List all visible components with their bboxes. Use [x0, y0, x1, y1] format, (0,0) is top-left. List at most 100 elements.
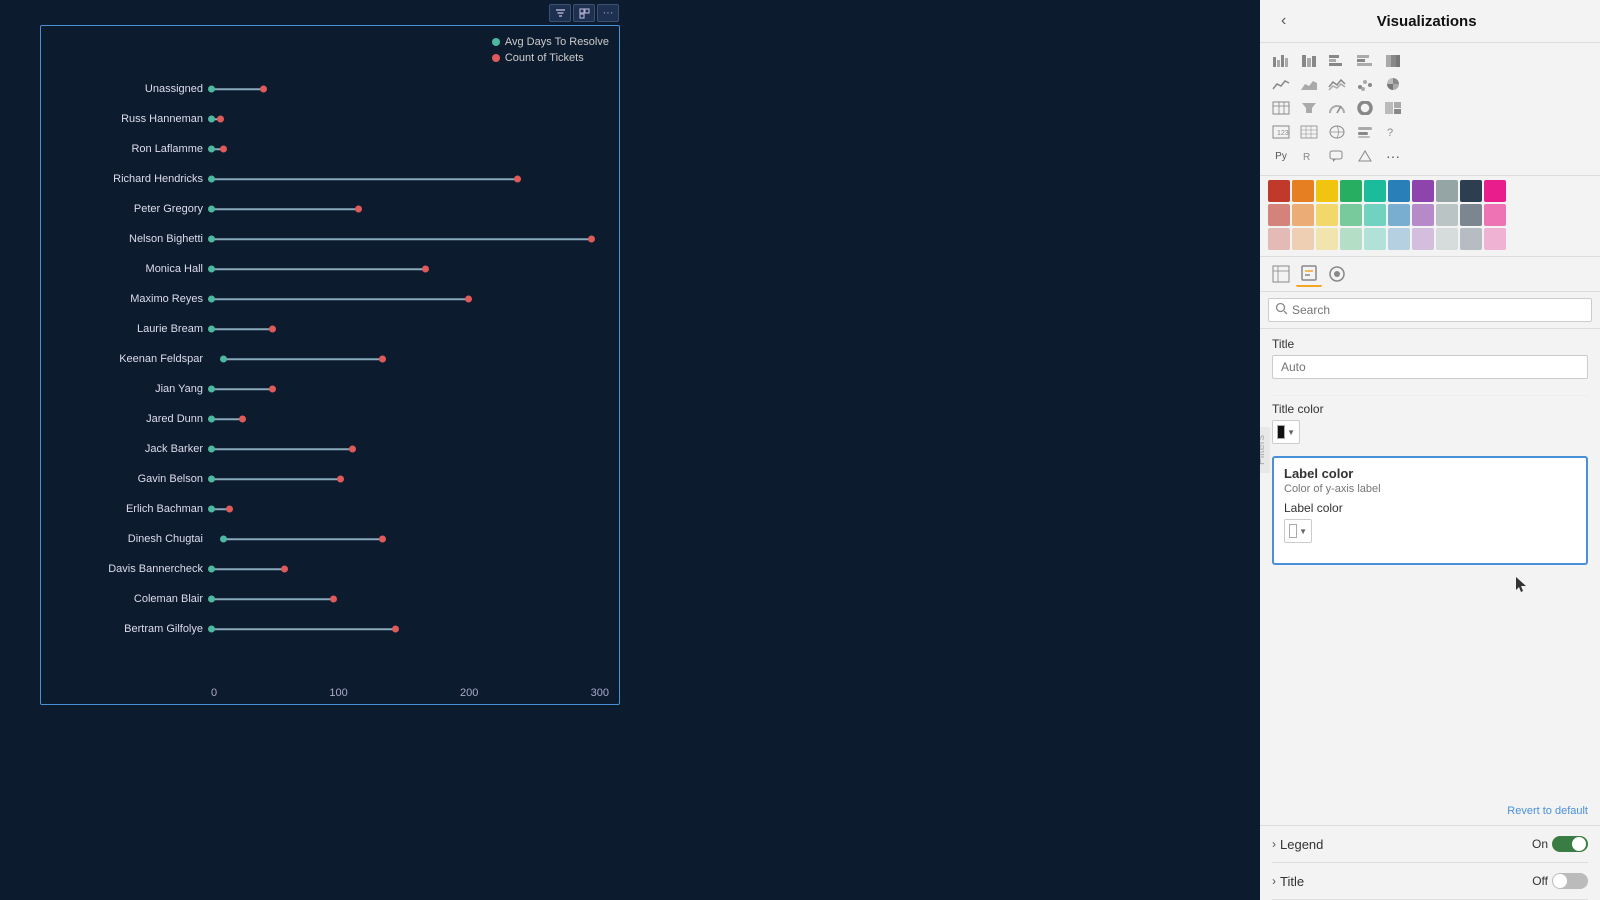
viz-icon-map[interactable]	[1324, 121, 1350, 143]
colored-icon-30[interactable]	[1484, 228, 1506, 250]
colored-icon-3[interactable]	[1316, 180, 1338, 202]
colored-icon-8[interactable]	[1436, 180, 1458, 202]
colored-icon-21[interactable]	[1268, 228, 1290, 250]
legend-toggle-switch[interactable]: On	[1532, 836, 1588, 852]
viz-icon-qna[interactable]: ?	[1380, 121, 1406, 143]
colored-icon-18[interactable]	[1436, 204, 1458, 226]
title-toggle-switch[interactable]: Off	[1532, 873, 1588, 889]
colored-icon-19[interactable]	[1460, 204, 1482, 226]
viz-icon-bar-h2[interactable]	[1352, 49, 1378, 71]
dumbbell-dot-right	[379, 356, 386, 363]
toggle-section: › Legend On › Title Off	[1260, 825, 1600, 900]
viz-icon-azure[interactable]	[1352, 145, 1378, 167]
dumbbell-dot-right	[269, 386, 276, 393]
dumbbell-dot-right	[220, 146, 227, 153]
search-box[interactable]	[1268, 298, 1592, 322]
colored-icon-29[interactable]	[1460, 228, 1482, 250]
viz-icon-area[interactable]	[1296, 73, 1322, 95]
viz-icon-pie[interactable]	[1380, 73, 1406, 95]
colored-icon-5[interactable]	[1364, 180, 1386, 202]
dumbbell-dot-left	[220, 356, 227, 363]
dumbbell-dot-right	[260, 86, 267, 93]
row-label: Bertram Gilfolye	[51, 623, 211, 635]
colored-icon-17[interactable]	[1412, 204, 1434, 226]
title-toggle-track[interactable]	[1552, 873, 1588, 889]
dumbbell-dot-left	[208, 626, 215, 633]
legend-label-count: Count of Tickets	[505, 52, 584, 64]
dumbbell-line	[211, 418, 242, 420]
colored-icon-9[interactable]	[1460, 180, 1482, 202]
colored-icon-6[interactable]	[1388, 180, 1410, 202]
filters-tab[interactable]: Filters	[1260, 427, 1270, 473]
filter-button[interactable]	[549, 4, 571, 22]
colored-icon-28[interactable]	[1436, 228, 1458, 250]
special-icon-format[interactable]	[1296, 261, 1322, 287]
viz-icon-bar-h[interactable]	[1324, 49, 1350, 71]
viz-icon-scatter[interactable]	[1352, 73, 1378, 95]
title-input[interactable]	[1272, 355, 1588, 379]
title-color-swatch[interactable]: ▼	[1272, 420, 1300, 444]
dumbbell-dot-right	[349, 446, 356, 453]
viz-icon-funnel[interactable]	[1296, 97, 1322, 119]
title-chevron-icon[interactable]: ›	[1272, 874, 1276, 888]
viz-icon-bar-stacked[interactable]	[1296, 49, 1322, 71]
colored-icon-20[interactable]	[1484, 204, 1506, 226]
colored-icon-4[interactable]	[1340, 180, 1362, 202]
colored-icon-22[interactable]	[1292, 228, 1314, 250]
viz-icon-gauge[interactable]	[1324, 97, 1350, 119]
viz-icon-r[interactable]: R	[1296, 145, 1322, 167]
colored-icon-27[interactable]	[1412, 228, 1434, 250]
colored-icon-15[interactable]	[1364, 204, 1386, 226]
viz-icon-matrix[interactable]	[1296, 121, 1322, 143]
legend-toggle-knob	[1572, 837, 1586, 851]
label-color-swatch[interactable]: ▼	[1284, 519, 1312, 543]
dumbbell-dot-right	[392, 626, 399, 633]
special-icon-analytics[interactable]	[1324, 261, 1350, 287]
colored-icon-13[interactable]	[1316, 204, 1338, 226]
colored-icon-25[interactable]	[1364, 228, 1386, 250]
colored-icon-11[interactable]	[1268, 204, 1290, 226]
more-options-button[interactable]: ···	[597, 4, 619, 22]
viz-icon-slicer[interactable]	[1352, 121, 1378, 143]
search-input[interactable]	[1292, 303, 1585, 317]
colored-icon-26[interactable]	[1388, 228, 1410, 250]
dumbbell-dot-right	[465, 296, 472, 303]
colored-icon-24[interactable]	[1340, 228, 1362, 250]
expand-button[interactable]	[573, 4, 595, 22]
back-button[interactable]: ‹	[1275, 10, 1292, 32]
revert-link[interactable]: Revert to default	[1260, 805, 1600, 825]
colored-icon-10[interactable]	[1484, 180, 1506, 202]
viz-icon-line2[interactable]	[1324, 73, 1350, 95]
x-axis-200: 200	[460, 687, 478, 699]
viz-icon-more[interactable]: ···	[1380, 145, 1406, 167]
colored-icon-1[interactable]	[1268, 180, 1290, 202]
colored-icon-7[interactable]	[1412, 180, 1434, 202]
row-label: Dinesh Chugtai	[51, 533, 211, 545]
colored-icon-12[interactable]	[1292, 204, 1314, 226]
colored-icon-14[interactable]	[1340, 204, 1362, 226]
viz-icon-treemap[interactable]	[1380, 97, 1406, 119]
title-label: Title	[1272, 337, 1588, 351]
dumbbell-line	[211, 598, 333, 600]
row-bar-area	[211, 224, 609, 254]
viz-icon-speech[interactable]	[1324, 145, 1350, 167]
viz-icon-card[interactable]: 123	[1268, 121, 1294, 143]
legend-toggle-label: Legend	[1280, 837, 1323, 852]
special-icon-table2[interactable]	[1268, 261, 1294, 287]
viz-icon-py[interactable]: Py	[1268, 145, 1294, 167]
dumbbell-dot-left	[208, 176, 215, 183]
legend-chevron-icon[interactable]: ›	[1272, 837, 1276, 851]
viz-icon-bar-cluster[interactable]	[1268, 49, 1294, 71]
label-color-subtitle: Color of y-axis label	[1284, 483, 1576, 495]
legend-toggle-track[interactable]	[1552, 836, 1588, 852]
viz-icon-bar-100[interactable]	[1380, 49, 1406, 71]
row-bar-area	[211, 614, 609, 644]
viz-icon-line[interactable]	[1268, 73, 1294, 95]
dumbbell-line	[211, 178, 517, 180]
colored-icon-16[interactable]	[1388, 204, 1410, 226]
viz-icon-donut[interactable]	[1352, 97, 1378, 119]
colored-icon-23[interactable]	[1316, 228, 1338, 250]
viz-icon-table[interactable]	[1268, 97, 1294, 119]
dumbbell-dot-right	[514, 176, 521, 183]
colored-icon-2[interactable]	[1292, 180, 1314, 202]
